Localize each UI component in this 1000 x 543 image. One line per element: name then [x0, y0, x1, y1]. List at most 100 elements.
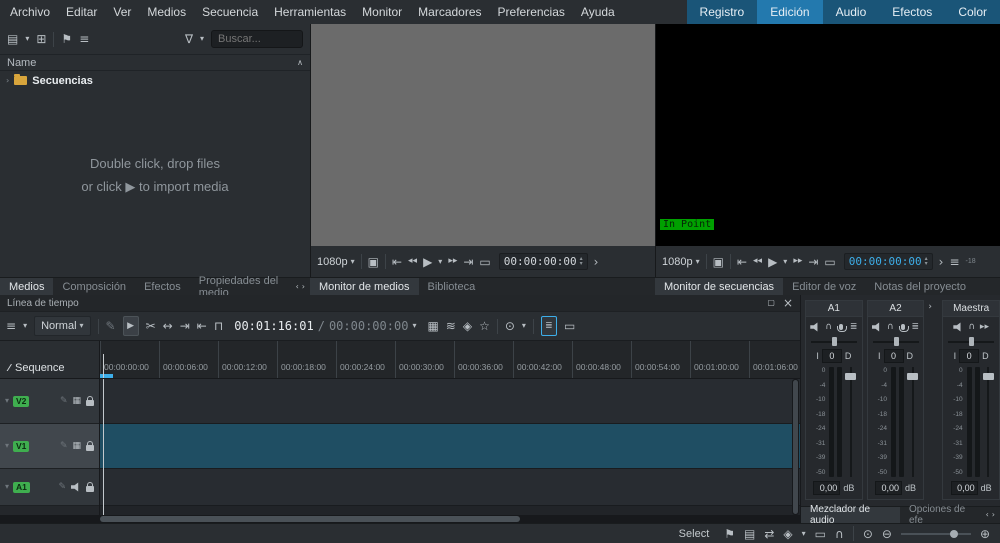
- mute-icon[interactable]: [953, 322, 961, 332]
- balance-value[interactable]: 0: [959, 349, 980, 363]
- fader-handle[interactable]: [982, 373, 994, 380]
- pan-slider[interactable]: [948, 337, 995, 346]
- db-value[interactable]: 0,00: [875, 481, 903, 495]
- tab-monitor-de-secuencias[interactable]: Monitor de secuencias: [655, 278, 784, 295]
- menu-item[interactable]: Ver: [105, 5, 139, 19]
- menu-item[interactable]: Editar: [58, 5, 105, 19]
- project-monitor-video[interactable]: In Point: [656, 24, 1000, 246]
- flag-dropdown-icon[interactable]: ▾: [802, 529, 806, 538]
- audio-thumbnails-icon[interactable]: ≋: [446, 320, 456, 332]
- swap-channels-icon[interactable]: ⇄: [764, 528, 774, 540]
- workspace-tab-color[interactable]: Color: [945, 0, 1000, 24]
- ripple-start-icon[interactable]: ⇤: [197, 320, 207, 332]
- volume-fader[interactable]: [907, 367, 919, 477]
- tab-notas-del-proyecto[interactable]: Notas del proyecto: [865, 278, 975, 295]
- mixer-toggle-button[interactable]: ≣: [540, 316, 557, 336]
- project-resolution-combo[interactable]: 1080p ▾: [662, 256, 700, 268]
- scroll-left-icon[interactable]: ‹: [986, 511, 989, 519]
- zoom-fit-icon[interactable]: ⊙: [863, 528, 873, 540]
- play-icon[interactable]: ▶: [423, 256, 432, 268]
- track-badge-v1[interactable]: V1: [13, 440, 30, 452]
- forward-icon[interactable]: ▸▸: [793, 257, 802, 266]
- zoom-out-icon[interactable]: ⊖: [882, 528, 892, 540]
- mixer-scroll-chevron[interactable]: ›: [928, 300, 938, 500]
- timecode-spinner[interactable]: ▴ ▾: [580, 256, 583, 266]
- pan-handle[interactable]: [831, 337, 837, 346]
- timecode-dropdown-icon[interactable]: ▾: [412, 322, 416, 330]
- db-value[interactable]: 0,00: [950, 481, 978, 495]
- timecode-current[interactable]: 00:01:16:01: [234, 319, 313, 333]
- filter-dropdown-icon[interactable]: ▾: [200, 35, 204, 43]
- volume-fader[interactable]: [982, 367, 994, 477]
- zoom-in-icon[interactable]: ⊕: [980, 528, 990, 540]
- mix-tool-icon[interactable]: ⊓: [214, 320, 223, 332]
- float-panel-icon[interactable]: ▢: [767, 299, 775, 307]
- collapse-track-icon[interactable]: ▾: [5, 483, 9, 491]
- effects-icon[interactable]: ✎: [58, 482, 66, 492]
- menu-item[interactable]: Ayuda: [573, 5, 623, 19]
- spin-down-icon[interactable]: ▾: [580, 261, 583, 266]
- track-header-a1[interactable]: ▾ A1 ✎: [0, 469, 99, 506]
- grab-frame-icon[interactable]: ▣: [713, 256, 724, 268]
- keyframe-edit-icon[interactable]: ✎: [106, 320, 116, 332]
- track-header-v2[interactable]: ▾ V2 ✎ ▦: [0, 379, 99, 424]
- clip-monitor-video[interactable]: [311, 24, 655, 246]
- pan-handle[interactable]: [969, 337, 975, 346]
- zone-start-icon[interactable]: ⇤: [392, 256, 402, 268]
- monitor-headphones-icon[interactable]: ∩: [825, 322, 832, 332]
- menu-item[interactable]: Medios: [139, 5, 194, 19]
- composite-icon[interactable]: ▦: [72, 396, 81, 406]
- clip-resolution-combo[interactable]: 1080p ▾: [317, 256, 355, 268]
- edit-mode-combo[interactable]: Normal ▾: [34, 316, 91, 336]
- tab-efectos[interactable]: Efectos: [135, 278, 190, 295]
- zoom-slider[interactable]: [900, 529, 971, 539]
- zone-end-icon[interactable]: ⇥: [463, 256, 473, 268]
- pan-slider[interactable]: [872, 337, 919, 346]
- monitor-menu-icon[interactable]: ≡: [949, 256, 959, 268]
- sort-arrow-icon[interactable]: ∧: [297, 58, 303, 67]
- timeline-ruler[interactable]: 00:00:00:00 00:00:06:00 00:00:12:00 00:00:1…: [100, 341, 800, 378]
- clip-timecode[interactable]: 00:00:00:00: [504, 255, 577, 268]
- add-clip-dropdown-icon[interactable]: ▾: [25, 35, 29, 43]
- menu-item[interactable]: Monitor: [354, 5, 410, 19]
- tab-editor-de-voz[interactable]: Editor de voz: [783, 278, 865, 295]
- zone-end-icon[interactable]: ⇥: [808, 256, 818, 268]
- workspace-tab-edicion[interactable]: Edición: [757, 0, 823, 24]
- loop-zone-icon[interactable]: ▭: [824, 256, 835, 268]
- scroll-right-icon[interactable]: ›: [302, 282, 305, 291]
- rewind-icon[interactable]: ◂◂: [753, 257, 762, 266]
- tab-propiedades[interactable]: Propiedades del medio: [190, 275, 296, 299]
- volume-fader[interactable]: [845, 367, 857, 477]
- lock-icon[interactable]: [86, 395, 94, 406]
- record-arm-mic-icon[interactable]: [898, 324, 909, 332]
- vertical-scrollbar-thumb[interactable]: [793, 380, 798, 514]
- channel-effects-icon[interactable]: ≣: [850, 322, 858, 332]
- collapse-track-icon[interactable]: ▾: [5, 442, 9, 450]
- grab-frame-icon[interactable]: ▣: [368, 256, 379, 268]
- menu-item[interactable]: Preferencias: [490, 5, 573, 19]
- effects-icon[interactable]: ✎: [60, 396, 68, 406]
- select-tool-button[interactable]: ▶: [122, 316, 139, 336]
- playhead-line[interactable]: [103, 379, 104, 515]
- more-controls-icon[interactable]: ›: [939, 256, 944, 268]
- lock-icon[interactable]: [86, 440, 94, 451]
- horizontal-scrollbar-thumb[interactable]: [100, 516, 520, 522]
- workspace-tab-audio[interactable]: Audio: [822, 0, 880, 24]
- bin-menu-icon[interactable]: ≡: [79, 33, 89, 45]
- snap-grid-icon[interactable]: ▦: [427, 320, 438, 332]
- expander-icon[interactable]: ›: [6, 76, 9, 85]
- loop-zone-icon[interactable]: ▭: [479, 256, 490, 268]
- track-height-icon[interactable]: ▾: [23, 322, 27, 330]
- vertical-scrollbar[interactable]: [792, 379, 799, 515]
- frame-icon[interactable]: ▭: [815, 528, 826, 540]
- rewind-icon[interactable]: ◂◂: [408, 257, 417, 266]
- monitor-headphones-icon[interactable]: ∩: [968, 322, 975, 332]
- search-input[interactable]: [211, 30, 303, 48]
- monitor-headphones-icon[interactable]: ∩: [887, 322, 894, 332]
- track-header-v1[interactable]: ▾ V1 ✎ ▦: [0, 424, 99, 469]
- filter-icon[interactable]: ∇: [185, 33, 193, 45]
- menu-item[interactable]: Secuencia: [194, 5, 266, 19]
- channel-name[interactable]: A2: [867, 301, 924, 317]
- spin-down-icon[interactable]: ▾: [925, 261, 928, 266]
- sequence-tab[interactable]: ∕∕ Sequence: [0, 341, 100, 378]
